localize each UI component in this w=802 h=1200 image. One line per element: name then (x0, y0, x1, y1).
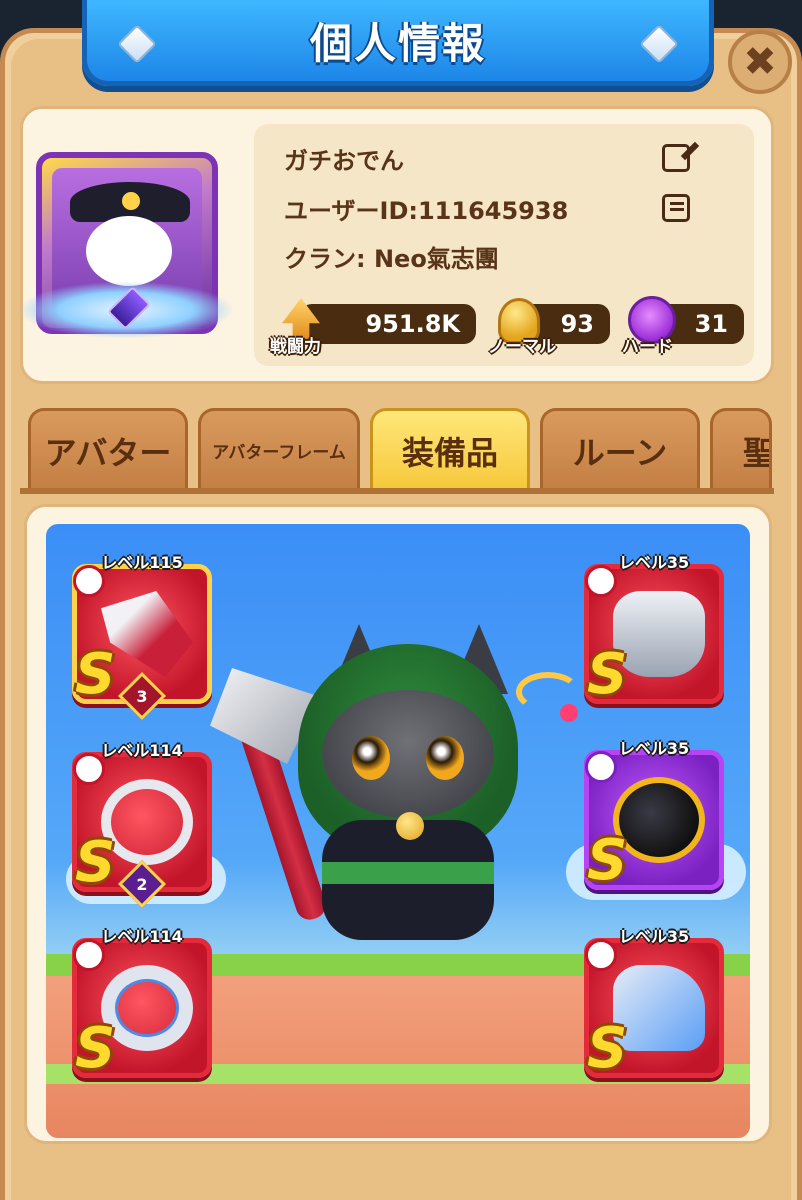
player-name-row: ガチおでん (284, 138, 704, 178)
edit-name-icon[interactable] (662, 144, 690, 172)
slot-rank: S (587, 828, 628, 893)
equip-slot-helmet[interactable]: レベル35 S (584, 739, 724, 893)
close-icon: ✖ (743, 39, 777, 85)
equip-slot-ring[interactable]: レベル114 S (72, 927, 212, 1081)
tab-runes-label: ルーン (572, 433, 668, 472)
equip-slot-armor[interactable]: レベル35 S (584, 553, 724, 707)
tab-avatar-frame[interactable]: アバターフレーム (198, 408, 360, 490)
slot-rank: S (75, 642, 116, 707)
tab-bar-underline (20, 488, 774, 494)
cat-eye-icon (352, 736, 390, 780)
cat-face-icon (322, 690, 494, 818)
tab-avatar-frame-label: アバターフレーム (212, 443, 346, 463)
close-button[interactable]: ✖ (728, 30, 792, 94)
helmet-type-icon (585, 751, 617, 783)
tab-equipment[interactable]: 装備品 (370, 408, 530, 490)
necklace-type-icon (73, 753, 105, 785)
cat-eye-icon (426, 736, 464, 780)
clan-row: クラン: Neo氣志團 (284, 236, 704, 276)
equip-slot-weapon[interactable]: レベル115 S 3 (72, 553, 212, 721)
banner-gem-icon (117, 24, 157, 64)
copy-id-icon[interactable] (662, 194, 690, 222)
normal-label: ノーマル (488, 337, 556, 357)
clan-name[interactable]: クラン: Neo氣志團 (284, 239, 499, 274)
bell-icon (396, 812, 424, 840)
boots-type-icon (585, 939, 617, 971)
slot-rank: S (587, 1016, 628, 1081)
hard-value: 31 (694, 310, 728, 338)
user-id: ユーザーID:111645938 (284, 196, 569, 225)
power-label: 戦闘力 (270, 337, 321, 357)
page-title: 個人情報 (309, 19, 486, 68)
tab-runes[interactable]: ルーン (540, 408, 700, 490)
character-belt (322, 862, 494, 884)
tab-equipment-label: 装備品 (401, 433, 498, 472)
user-id-row: ユーザーID:111645938 (284, 188, 704, 228)
tab-holy-label: 聖 (743, 433, 772, 472)
ring-type-icon (73, 939, 105, 971)
tab-holy[interactable]: 聖 (710, 408, 772, 490)
pet-gem-icon (560, 704, 578, 722)
hat-badge-icon (122, 192, 140, 210)
armor-type-icon (585, 565, 617, 597)
tab-avatar[interactable]: アバター (28, 408, 188, 490)
equip-slot-necklace[interactable]: レベル114 S 2 (72, 741, 212, 909)
power-stat: 951.8K (300, 304, 476, 344)
koala-face-icon (86, 216, 172, 286)
banner-gem-icon (639, 24, 679, 64)
slot-rank: S (75, 1016, 116, 1081)
slot-upgrade-count: 3 (136, 686, 148, 706)
power-value: 951.8K (365, 310, 460, 338)
tab-avatar-label: アバター (44, 433, 172, 472)
slot-rank: S (75, 830, 116, 895)
slot-rank: S (587, 642, 628, 707)
slot-upgrade-count: 2 (136, 874, 148, 894)
weapon-type-icon (73, 565, 105, 597)
equip-slot-boots[interactable]: レベル35 S (584, 927, 724, 1081)
normal-value: 93 (560, 310, 594, 338)
player-name: ガチおでん (284, 146, 404, 175)
hard-label: ハード (622, 337, 673, 357)
title-banner: 個人情報 (82, 0, 714, 86)
